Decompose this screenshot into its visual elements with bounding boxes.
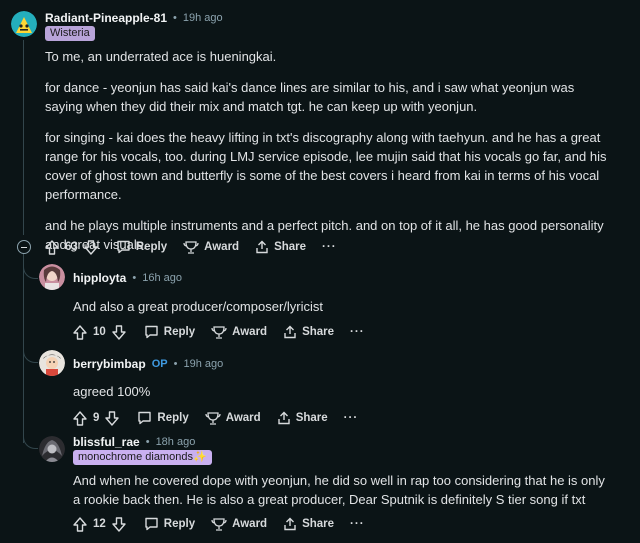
reply-label: Reply [163, 518, 196, 530]
avatar[interactable] [39, 264, 65, 290]
share-label: Share [302, 518, 335, 530]
collapse-icon[interactable] [17, 240, 31, 254]
comment-header: berrybimbap OP • 19h ago [73, 357, 223, 371]
username[interactable]: berrybimbap [73, 357, 146, 371]
vote-control: 10 [73, 324, 126, 340]
more-icon[interactable]: ··· [350, 518, 365, 530]
downvote-icon[interactable] [105, 410, 120, 426]
share-icon [256, 240, 268, 254]
downvote-icon[interactable] [112, 324, 126, 340]
more-icon[interactable]: ··· [350, 326, 365, 338]
reply-icon [145, 325, 158, 339]
downvote-icon[interactable] [112, 516, 126, 532]
comment-actions: 9 Reply Award Share ··· [73, 407, 358, 429]
thread-connector [23, 428, 38, 449]
award-label: Award [232, 518, 268, 530]
reply-button[interactable]: Reply [144, 517, 195, 531]
comment-actions: 12 Reply Award Share ··· [73, 513, 365, 535]
reply-button[interactable]: Reply [116, 240, 167, 254]
thread-connector [23, 342, 38, 363]
upvote-icon[interactable] [73, 410, 87, 426]
user-flair: monochrome diamonds✨ [73, 450, 212, 465]
share-button[interactable]: Share [277, 411, 328, 425]
comment-body: And also a great producer/composer/lyric… [73, 297, 613, 316]
award-button[interactable]: Award [183, 240, 239, 254]
comment-paragraph: agreed 100% [73, 384, 151, 399]
more-icon[interactable]: ··· [344, 412, 359, 424]
share-button[interactable]: Share [283, 325, 334, 339]
avatar[interactable] [39, 436, 65, 462]
award-icon [211, 326, 227, 339]
vote-control: 12 [73, 516, 126, 532]
award-label: Award [204, 241, 240, 253]
reply-button[interactable]: Reply [137, 411, 189, 425]
meta-separator: • [173, 358, 178, 370]
vote-count: 12 [93, 518, 106, 530]
thread-line-main [23, 40, 24, 235]
timestamp[interactable]: 16h ago [142, 272, 182, 284]
award-label: Award [232, 326, 268, 338]
share-button[interactable]: Share [283, 517, 334, 531]
vote-count: 9 [93, 412, 100, 424]
timestamp[interactable]: 19h ago [183, 12, 223, 24]
user-flair: Wisteria [45, 26, 95, 41]
share-label: Share [302, 326, 335, 338]
reply-label: Reply [157, 412, 189, 424]
award-icon [183, 241, 199, 254]
comment-header: hipployta • 16h ago [73, 271, 182, 285]
share-icon [284, 517, 296, 531]
username[interactable]: blissful_rae [73, 435, 140, 449]
share-button[interactable]: Share [255, 240, 306, 254]
reply-label: Reply [163, 326, 196, 338]
comment-paragraph: To me, an underrated ace is hueningkai. [45, 49, 277, 64]
upvote-icon[interactable] [73, 324, 87, 340]
upvote-icon[interactable] [45, 239, 59, 255]
reply-icon [138, 411, 152, 425]
comment-header: Radiant-Pineapple-81 • 19h ago [45, 11, 223, 25]
username[interactable]: hipployta [73, 271, 126, 285]
share-icon [277, 411, 290, 425]
thread-connector [23, 258, 38, 279]
downvote-icon[interactable] [84, 239, 98, 255]
award-button[interactable]: Award [211, 517, 267, 531]
vote-count: 10 [93, 326, 106, 338]
award-button[interactable]: Award [205, 411, 261, 425]
reply-button[interactable]: Reply [144, 325, 195, 339]
meta-separator: • [145, 436, 150, 448]
comment-paragraph: for singing - kai does the heavy lifting… [45, 130, 607, 202]
username[interactable]: Radiant-Pineapple-81 [45, 11, 167, 25]
avatar[interactable] [39, 350, 65, 376]
award-label: Award [225, 412, 261, 424]
comment-header: blissful_rae • 18h ago [73, 435, 195, 449]
more-icon[interactable]: ··· [322, 241, 337, 253]
share-icon [284, 325, 296, 339]
upvote-icon[interactable] [73, 516, 87, 532]
award-button[interactable]: Award [211, 325, 267, 339]
meta-separator: • [173, 12, 177, 24]
vote-control: 63 [45, 239, 98, 255]
comment-paragraph: And also a great producer/composer/lyric… [73, 299, 324, 314]
reply-icon [145, 517, 158, 531]
comment-actions: 10 Reply Award Share ··· [73, 321, 365, 343]
award-icon [211, 518, 227, 531]
vote-count: 63 [65, 241, 78, 253]
reply-icon [117, 240, 130, 254]
avatar[interactable] [11, 11, 37, 37]
timestamp[interactable]: 19h ago [183, 358, 223, 370]
op-badge: OP [151, 358, 168, 370]
share-label: Share [274, 241, 307, 253]
comment-body: To me, an underrated ace is hueningkai. … [45, 47, 615, 254]
comment-actions: 63 Reply Award Share ··· [45, 236, 337, 258]
reply-label: Reply [135, 241, 168, 253]
comment-paragraph: for dance - yeonjun has said kai's dance… [45, 80, 575, 114]
meta-separator: • [132, 272, 137, 284]
comment-body: And when he covered dope with yeonjun, h… [73, 471, 613, 509]
vote-control: 9 [73, 410, 120, 426]
timestamp[interactable]: 18h ago [156, 436, 196, 448]
share-label: Share [295, 412, 328, 424]
comment-body: agreed 100% [73, 382, 613, 401]
award-icon [205, 412, 221, 425]
comment-paragraph: And when he covered dope with yeonjun, h… [73, 473, 605, 507]
